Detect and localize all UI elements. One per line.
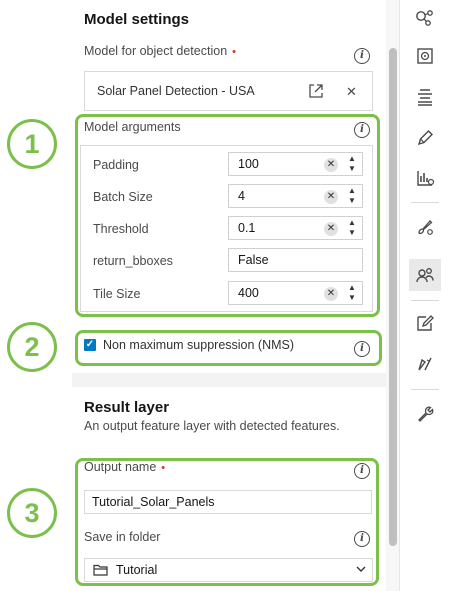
model-label-text: Model for object detection	[84, 44, 228, 58]
rail-divider	[411, 300, 439, 301]
folder-value: Tutorial	[116, 563, 158, 577]
output-name-label: Output name •	[84, 460, 165, 474]
save-in-folder-label: Save in folder	[84, 530, 161, 544]
number-stepper[interactable]: ▲ ▼	[345, 283, 359, 303]
arg-label-padding: Padding	[93, 158, 139, 172]
model-arguments-label: Model arguments	[84, 120, 181, 134]
clear-icon[interactable]: ✕	[324, 287, 338, 301]
rail-divider	[411, 389, 439, 390]
tile-size-value: 400	[238, 286, 259, 300]
callout-number-3: 3	[7, 488, 57, 538]
chevron-down-icon[interactable]: ▼	[345, 196, 359, 206]
detect-objects-icon[interactable]	[413, 263, 437, 287]
nms-label: Non maximum suppression (NMS)	[103, 338, 295, 352]
tile-size-input[interactable]: 400 ✕ ▲ ▼	[228, 281, 363, 305]
nms-info-icon[interactable]: i	[354, 341, 370, 357]
chevron-up-icon[interactable]: ▲	[345, 283, 359, 293]
padding-value: 100	[238, 157, 259, 171]
raster-target-icon[interactable]	[413, 44, 437, 68]
wrench-icon[interactable]	[413, 401, 437, 425]
folder-select[interactable]: Tutorial	[84, 558, 373, 582]
open-external-icon[interactable]	[308, 83, 324, 99]
clear-icon[interactable]: ✕	[324, 158, 338, 172]
return-bboxes-value: False	[238, 253, 269, 267]
model-selector[interactable]: Solar Panel Detection - USA ✕	[84, 71, 373, 111]
output-name-info-icon[interactable]: i	[354, 463, 370, 479]
model-settings-title: Model settings	[84, 11, 190, 28]
arg-label-tile-size: Tile Size	[93, 287, 141, 301]
rail-divider	[411, 202, 439, 203]
required-marker: •	[161, 462, 166, 474]
arg-label-batch-size: Batch Size	[93, 190, 153, 204]
arg-label-return-bboxes: return_bboxes	[93, 254, 173, 268]
result-layer-description: An output feature layer with detected fe…	[84, 419, 340, 433]
number-stepper[interactable]: ▲ ▼	[345, 154, 359, 174]
chevron-up-icon[interactable]: ▲	[345, 186, 359, 196]
pencil-edit-icon[interactable]	[413, 126, 437, 150]
padding-input[interactable]: 100 ✕ ▲ ▼	[228, 152, 363, 176]
output-name-label-text: Output name	[84, 460, 157, 474]
batch-size-input[interactable]: 4 ✕ ▲ ▼	[228, 184, 363, 208]
result-layer-title: Result layer	[84, 399, 170, 416]
tool-rail	[399, 0, 476, 591]
arguments-info-icon[interactable]: i	[354, 122, 370, 138]
required-marker: •	[232, 46, 236, 58]
section-divider	[72, 373, 386, 387]
chevron-down-icon[interactable]: ▼	[345, 293, 359, 303]
callout-number-1: 1	[7, 119, 57, 169]
number-stepper[interactable]: ▲ ▼	[345, 218, 359, 238]
chevron-up-icon[interactable]: ▲	[345, 154, 359, 164]
clear-icon[interactable]: ✕	[324, 190, 338, 204]
chevron-down-icon[interactable]	[355, 563, 367, 575]
number-stepper[interactable]: ▲ ▼	[345, 186, 359, 206]
folder-icon	[93, 564, 108, 576]
list-layers-icon[interactable]	[413, 85, 437, 109]
scrollbar-thumb[interactable]	[389, 48, 397, 546]
threshold-input[interactable]: 0.1 ✕ ▲ ▼	[228, 216, 363, 240]
output-name-input[interactable]: Tutorial_Solar_Panels	[84, 490, 372, 514]
chevron-down-icon[interactable]: ▼	[345, 164, 359, 174]
model-label: Model for object detection •	[84, 44, 236, 58]
model-name: Solar Panel Detection - USA	[97, 84, 255, 98]
output-name-value: Tutorial_Solar_Panels	[92, 495, 215, 509]
model-info-icon[interactable]: i	[354, 48, 370, 64]
edit-square-icon[interactable]	[413, 311, 437, 335]
folder-info-icon[interactable]: i	[354, 531, 370, 547]
brush-settings-icon[interactable]	[413, 215, 437, 239]
chart-settings-icon[interactable]	[413, 166, 437, 190]
chevron-down-icon[interactable]: ▼	[345, 228, 359, 238]
arg-label-threshold: Threshold	[93, 222, 149, 236]
network-nodes-icon[interactable]	[413, 7, 437, 31]
return-bboxes-input[interactable]: False	[228, 248, 363, 272]
chevron-up-icon[interactable]: ▲	[345, 218, 359, 228]
sketch-tools-icon[interactable]	[413, 352, 437, 376]
close-icon[interactable]: ✕	[346, 84, 357, 100]
batch-size-value: 4	[238, 189, 245, 203]
threshold-value: 0.1	[238, 221, 256, 235]
callout-number-2: 2	[7, 322, 57, 372]
nms-checkbox[interactable]: ✓	[84, 339, 96, 351]
clear-icon[interactable]: ✕	[324, 222, 338, 236]
